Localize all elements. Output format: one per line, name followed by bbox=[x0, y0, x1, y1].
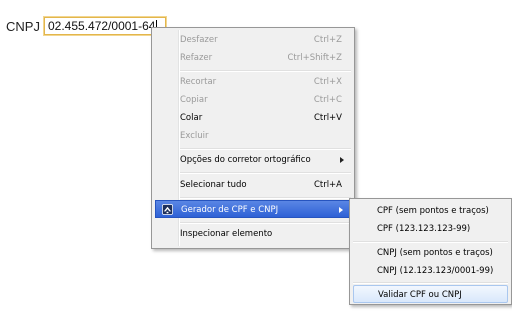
menu-item-delete[interactable]: Excluir bbox=[155, 127, 351, 145]
context-menu: Desfazer Ctrl+Z Refazer Ctrl+Shift+Z Rec… bbox=[151, 27, 355, 249]
menu-item-delete-label: Excluir bbox=[180, 131, 209, 141]
menu-separator bbox=[180, 70, 351, 72]
submenu-item-cpf-plain-label: CPF (sem pontos e traços) bbox=[377, 206, 489, 216]
submenu-item-validate[interactable]: Validar CPF ou CNPJ bbox=[353, 285, 508, 303]
menu-item-spellcheck-options[interactable]: Opções do corretor ortográfico bbox=[155, 151, 351, 169]
cnpj-input[interactable]: 02.455.472/0001-64 bbox=[44, 17, 166, 35]
menu-item-inspect-label: Inspecionar elemento bbox=[180, 229, 273, 239]
generator-submenu: CPF (sem pontos e traços) CPF (123.123.1… bbox=[349, 198, 512, 305]
submenu-item-cpf-plain[interactable]: CPF (sem pontos e traços) bbox=[353, 202, 508, 220]
extension-icon bbox=[162, 204, 173, 215]
submenu-arrow-icon bbox=[339, 207, 343, 213]
menu-item-cut-label: Recortar bbox=[180, 77, 217, 87]
menu-separator bbox=[180, 148, 351, 150]
submenu-item-cnpj-formatted[interactable]: CNPJ (12.123.123/0001-99) bbox=[353, 262, 508, 280]
menu-item-undo[interactable]: Desfazer Ctrl+Z bbox=[155, 31, 351, 49]
menu-separator bbox=[180, 197, 351, 199]
cnpj-input-value: 02.455.472/0001-64 bbox=[48, 19, 156, 33]
menu-item-copy-label: Copiar bbox=[180, 95, 208, 105]
menu-item-select-all[interactable]: Selecionar tudo Ctrl+A bbox=[155, 176, 351, 194]
menu-item-generator-label: Gerador de CPF e CNPJ bbox=[181, 205, 279, 215]
menu-item-select-all-label: Selecionar tudo bbox=[180, 180, 247, 190]
menu-item-cpf-cnpj-generator[interactable]: Gerador de CPF e CNPJ bbox=[155, 200, 351, 218]
menu-item-inspect-element[interactable]: Inspecionar elemento bbox=[155, 225, 351, 243]
submenu-item-validate-label: Validar CPF ou CNPJ bbox=[378, 290, 462, 300]
menu-item-paste[interactable]: Colar Ctrl+V bbox=[155, 109, 351, 127]
menu-item-redo[interactable]: Refazer Ctrl+Shift+Z bbox=[155, 49, 351, 67]
menu-separator bbox=[180, 222, 351, 224]
menu-item-undo-shortcut: Ctrl+Z bbox=[313, 35, 342, 45]
menu-separator bbox=[180, 172, 351, 174]
menu-item-cut[interactable]: Recortar Ctrl+X bbox=[155, 73, 351, 91]
menu-item-undo-label: Desfazer bbox=[180, 35, 218, 45]
submenu-item-cnpj-plain[interactable]: CNPJ (sem pontos e traços) bbox=[353, 244, 508, 262]
menu-separator bbox=[353, 241, 508, 243]
menu-item-redo-label: Refazer bbox=[180, 53, 213, 63]
submenu-item-cnpj-formatted-label: CNPJ (12.123.123/0001-99) bbox=[377, 266, 494, 276]
menu-item-cut-shortcut: Ctrl+X bbox=[313, 77, 342, 87]
menu-item-copy[interactable]: Copiar Ctrl+C bbox=[155, 91, 351, 109]
cnpj-label: CNPJ bbox=[6, 19, 40, 34]
menu-item-copy-shortcut: Ctrl+C bbox=[313, 95, 342, 105]
menu-item-spellcheck-label: Opções do corretor ortográfico bbox=[180, 155, 311, 165]
menu-item-redo-shortcut: Ctrl+Shift+Z bbox=[287, 53, 342, 63]
menu-separator bbox=[353, 282, 508, 284]
menu-item-paste-label: Colar bbox=[180, 113, 203, 123]
submenu-item-cpf-formatted[interactable]: CPF (123.123.123-99) bbox=[353, 220, 508, 238]
menu-item-paste-shortcut: Ctrl+V bbox=[313, 113, 342, 123]
submenu-item-cnpj-plain-label: CNPJ (sem pontos e traços) bbox=[377, 248, 493, 258]
submenu-arrow-icon bbox=[340, 157, 344, 163]
menu-item-select-all-shortcut: Ctrl+A bbox=[313, 180, 342, 190]
submenu-item-cpf-formatted-label: CPF (123.123.123-99) bbox=[377, 224, 471, 234]
